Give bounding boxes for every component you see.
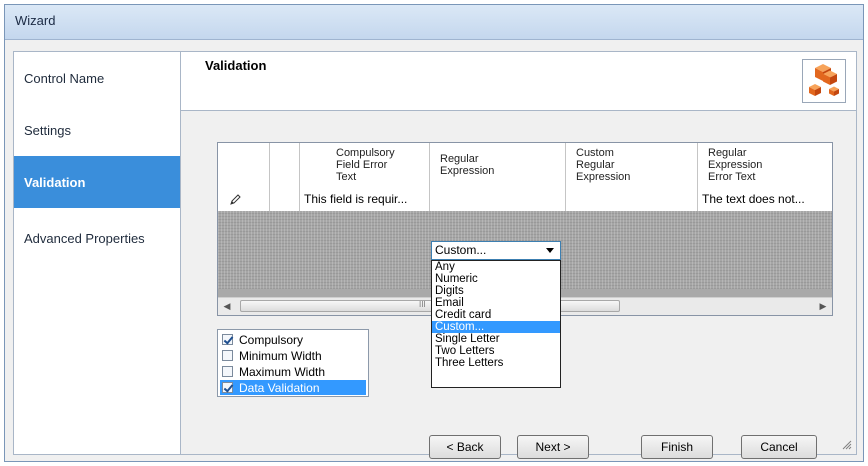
scroll-left-icon[interactable]: ◀: [220, 299, 234, 313]
sidebar-item-label: Advanced Properties: [24, 230, 145, 246]
pencil-icon: [230, 194, 241, 205]
sidebar-item-label: Validation: [24, 174, 86, 190]
resize-grip-icon[interactable]: [840, 438, 852, 450]
wizard-window: Wizard Control Name Settings Validation …: [4, 4, 864, 462]
back-button[interactable]: < Back: [429, 435, 501, 459]
validation-options-checklist: Compulsory Minimum Width Maximum Width D…: [217, 329, 369, 397]
regex-error-cell[interactable]: The text does not...: [698, 189, 832, 211]
dropdown-option-any[interactable]: Any: [432, 261, 560, 273]
wizard-steps-sidebar: Control Name Settings Validation Advance…: [13, 51, 181, 455]
checkbox-label: Minimum Width: [239, 348, 322, 363]
cubes-icon: [802, 59, 846, 103]
grid-header-row-selector: [218, 143, 270, 189]
page-header: Validation: [181, 52, 856, 111]
checkbox-maximum-width[interactable]: Maximum Width: [220, 364, 366, 379]
checkbox-checked-icon[interactable]: [222, 382, 233, 393]
next-button[interactable]: Next >: [517, 435, 589, 459]
scrollbar-thumb[interactable]: III: [240, 300, 620, 312]
row-blank-cell[interactable]: [270, 189, 300, 211]
sidebar-item-label: Control Name: [24, 70, 105, 86]
checkbox-label: Compulsory: [239, 332, 304, 347]
title-bar: Wizard: [5, 5, 863, 40]
dropdown-option-single-letter[interactable]: Single Letter: [432, 333, 560, 345]
dropdown-option-email[interactable]: Email: [432, 297, 560, 309]
checkbox-data-validation[interactable]: Data Validation: [220, 380, 366, 395]
checkbox-unchecked-icon[interactable]: [222, 350, 233, 361]
combo-selected-value: Custom...: [435, 243, 487, 257]
dropdown-option-credit-card[interactable]: Credit card: [432, 309, 560, 321]
checkbox-minimum-width[interactable]: Minimum Width: [220, 348, 366, 363]
sidebar-item-settings[interactable]: Settings: [14, 104, 180, 156]
scrollbar-grip: III: [419, 300, 426, 309]
grid-header-row: Compulsory Field Error Text Regular Expr…: [218, 143, 832, 190]
dropdown-option-numeric[interactable]: Numeric: [432, 273, 560, 285]
regular-expression-cell[interactable]: [430, 189, 566, 211]
table-row: This field is requir... The text does no…: [218, 189, 832, 212]
checkbox-unchecked-icon[interactable]: [222, 366, 233, 377]
page-title: Validation: [205, 58, 267, 73]
custom-regex-cell[interactable]: [566, 189, 698, 211]
checkbox-label: Maximum Width: [239, 364, 326, 379]
grid-header-compulsory-error[interactable]: Compulsory Field Error Text: [300, 143, 430, 189]
compulsory-error-cell[interactable]: This field is requir...: [300, 189, 430, 211]
grid-header-regex-error[interactable]: Regular Expression Error Text: [698, 143, 832, 189]
window-title: Wizard: [15, 13, 56, 28]
grid-header-blank: [270, 143, 300, 189]
scroll-right-icon[interactable]: ▶: [816, 299, 830, 313]
row-selector[interactable]: [218, 189, 270, 211]
checkbox-label: Data Validation: [239, 380, 320, 395]
sidebar-item-label: Settings: [24, 122, 71, 138]
sidebar-item-validation[interactable]: Validation: [14, 156, 180, 208]
chevron-down-icon[interactable]: [546, 248, 554, 253]
finish-button[interactable]: Finish: [641, 435, 713, 459]
sidebar-item-advanced-properties[interactable]: Advanced Properties: [14, 212, 180, 264]
checkbox-checked-icon[interactable]: [222, 334, 233, 345]
main-panel: Validation Compulsory Field Error Text R…: [181, 51, 857, 459]
grid-header-regular-expression[interactable]: Regular Expression: [430, 143, 566, 189]
dropdown-option-custom[interactable]: Custom...: [432, 321, 560, 333]
regular-expression-dropdown-list: Any Numeric Digits Email Credit card Cus…: [431, 260, 561, 388]
dropdown-option-two-letters[interactable]: Two Letters: [432, 345, 560, 357]
regular-expression-combo[interactable]: Custom...: [431, 241, 561, 260]
dropdown-option-digits[interactable]: Digits: [432, 285, 560, 297]
cancel-button[interactable]: Cancel: [741, 435, 817, 459]
sidebar-item-control-name[interactable]: Control Name: [14, 52, 180, 104]
grid-header-custom-regex[interactable]: Custom Regular Expression: [566, 143, 698, 189]
dropdown-option-three-letters[interactable]: Three Letters: [432, 357, 560, 369]
checkbox-compulsory[interactable]: Compulsory: [220, 332, 366, 347]
